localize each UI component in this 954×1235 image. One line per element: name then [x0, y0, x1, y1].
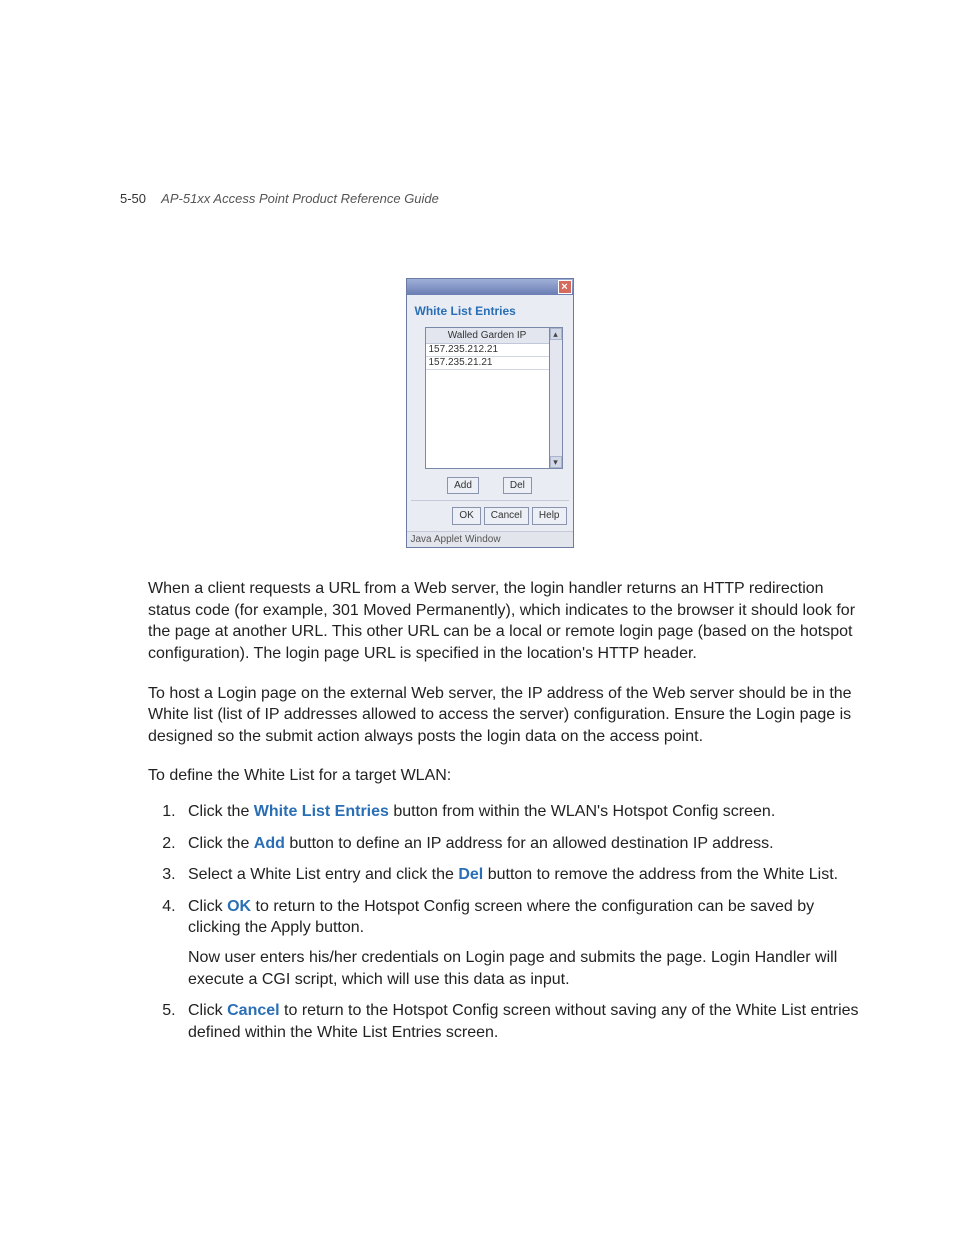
ok-button[interactable]: OK [452, 507, 480, 525]
keyword: Cancel [227, 1002, 279, 1019]
page-number: 5-50 [120, 191, 146, 206]
titlebar: × [407, 279, 573, 295]
add-button[interactable]: Add [447, 477, 479, 495]
keyword: Del [458, 866, 483, 883]
keyword: OK [227, 898, 251, 915]
paragraph: To define the White List for a target WL… [148, 765, 859, 787]
page-header: 5-50 AP-51xx Access Point Product Refere… [120, 190, 859, 208]
scrollbar[interactable]: ▴ ▾ [550, 327, 563, 469]
list-item[interactable]: 157.235.21.21 [426, 357, 549, 370]
step-item: Click the Add button to define an IP add… [180, 833, 859, 855]
list-item[interactable]: 157.235.212.21 [426, 344, 549, 357]
step-item: Click the White List Entries button from… [180, 801, 859, 823]
del-button[interactable]: Del [503, 477, 532, 495]
step-item: Click Cancel to return to the Hotspot Co… [180, 1000, 859, 1043]
paragraph: To host a Login page on the external Web… [148, 683, 859, 748]
paragraph: When a client requests a URL from a Web … [148, 578, 859, 664]
keyword: White List Entries [254, 803, 389, 820]
step-list: Click the White List Entries button from… [180, 801, 859, 1043]
ip-list[interactable]: Walled Garden IP 157.235.212.21 157.235.… [425, 327, 550, 469]
chevron-up-icon[interactable]: ▴ [550, 328, 562, 340]
step-item: Click OK to return to the Hotspot Config… [180, 896, 859, 990]
cancel-button[interactable]: Cancel [484, 507, 529, 525]
white-list-dialog: × White List Entries Walled Garden IP 15… [406, 278, 574, 549]
column-header: Walled Garden IP [426, 328, 549, 345]
keyword: Add [254, 835, 285, 852]
chevron-down-icon[interactable]: ▾ [550, 456, 562, 468]
status-bar: Java Applet Window [407, 531, 573, 548]
step-subtext: Now user enters his/her credentials on L… [188, 947, 859, 990]
close-icon[interactable]: × [558, 280, 572, 294]
guide-title: AP-51xx Access Point Product Reference G… [161, 191, 439, 206]
help-button[interactable]: Help [532, 507, 567, 525]
dialog-title: White List Entries [415, 303, 567, 319]
step-item: Select a White List entry and click the … [180, 864, 859, 886]
dialog-screenshot: × White List Entries Walled Garden IP 15… [120, 278, 859, 549]
